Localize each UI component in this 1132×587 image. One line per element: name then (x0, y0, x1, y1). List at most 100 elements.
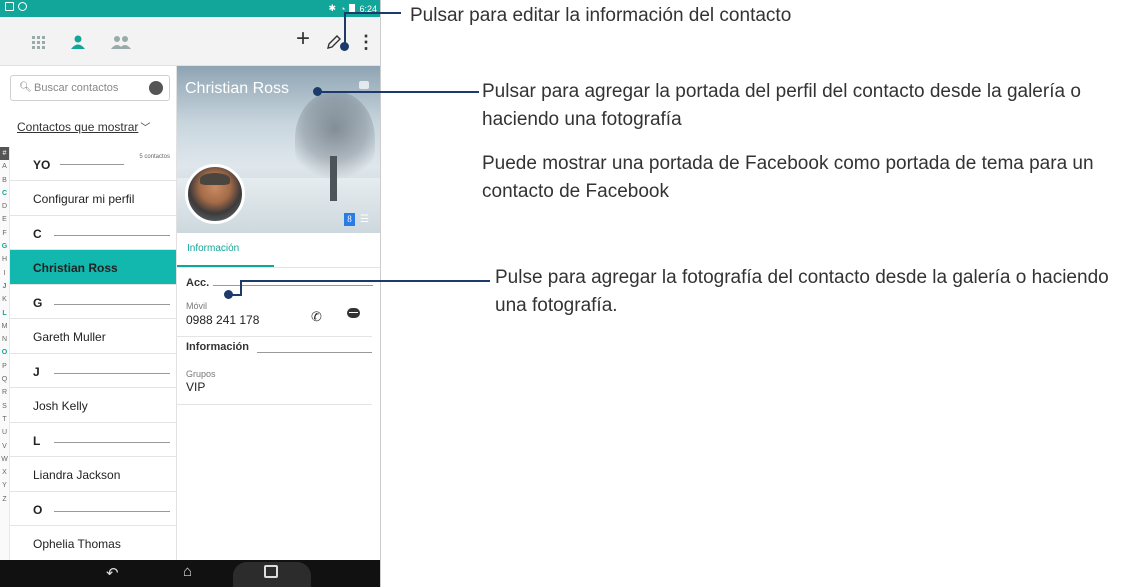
alphabet-letter[interactable]: V (0, 440, 9, 453)
alphabet-letter[interactable]: L (0, 307, 9, 320)
alphabet-letter[interactable]: I (0, 267, 9, 280)
tablet-screen: ✱ ◔ 6:24 + ⋮ 🔍︎ Buscar contactos Contact… (0, 0, 381, 587)
phone-label: Móvil (186, 301, 208, 311)
header-rule (54, 373, 170, 374)
alphabet-letter[interactable]: T (0, 413, 9, 426)
person-tab-icon[interactable] (67, 31, 89, 53)
edit-callout-line (344, 12, 346, 46)
edit-callout-line (344, 12, 401, 14)
camera-icon[interactable] (359, 81, 369, 89)
search-input[interactable]: 🔍︎ Buscar contactos (10, 75, 170, 101)
contact-list-item[interactable]: Josh Kelly (10, 388, 176, 423)
list-header-me: YO 5 contactos (10, 147, 176, 181)
contact-list-item[interactable]: Liandra Jackson (10, 457, 176, 492)
contact-name: Christian Ross (185, 80, 290, 97)
list-header-label: J (33, 365, 40, 379)
alphabet-letter[interactable]: P (0, 360, 9, 373)
alphabet-letter[interactable]: H (0, 253, 9, 266)
section-account-header: Acc. (186, 277, 210, 289)
filter-label: Contactos que mostrar (17, 120, 139, 134)
header-rule (54, 235, 170, 236)
voice-search-icon[interactable] (149, 81, 163, 95)
photo-callout-dot (224, 290, 233, 299)
call-icon[interactable]: ✆ (311, 309, 322, 325)
alphabet-letter[interactable]: G (0, 240, 9, 253)
alphabet-letter[interactable]: E (0, 213, 9, 226)
header-rule (54, 304, 170, 305)
avatar-hat (200, 173, 230, 185)
list-header: J (10, 354, 176, 388)
search-placeholder: Buscar contactos (34, 82, 119, 94)
home-icon[interactable]: ⌂ (183, 563, 192, 580)
bluetooth-icon: ✱ (328, 3, 337, 13)
callout-photo: Pulse para agregar la fotografía del con… (495, 267, 1109, 316)
alphabet-letter[interactable]: J (0, 280, 9, 293)
alphabet-letter[interactable]: K (0, 293, 9, 306)
alphabet-letter[interactable]: B (0, 174, 9, 187)
alphabet-letter[interactable]: N (0, 333, 9, 346)
message-icon[interactable] (347, 308, 360, 318)
navigation-bar: ↶ ⌂ (0, 560, 380, 587)
contact-name-label: Josh Kelly (33, 399, 88, 413)
divider (177, 404, 372, 405)
contacts-filter-dropdown[interactable]: Contactos que mostrar ﹀ (17, 119, 150, 134)
contact-avatar[interactable] (185, 164, 245, 224)
contact-list-item[interactable]: Gareth Muller (10, 319, 176, 354)
cover-callout-dot (313, 87, 322, 96)
recent-apps-icon[interactable] (264, 565, 278, 578)
list-header-label: L (33, 434, 41, 448)
section-rule (257, 352, 372, 353)
phone-number[interactable]: 0988 241 178 (186, 313, 259, 327)
contact-name-label: Liandra Jackson (33, 468, 121, 482)
add-contact-icon[interactable]: + (292, 25, 314, 52)
apps-grid-icon[interactable] (27, 31, 49, 53)
alphabet-letter[interactable]: Y (0, 479, 9, 492)
alphabet-letter[interactable]: X (0, 466, 9, 479)
gallery-notification-icon (5, 2, 14, 11)
contact-list-item[interactable]: Christian Ross (10, 250, 176, 285)
alphabet-letter[interactable]: F (0, 227, 9, 240)
list-header: L (10, 423, 176, 457)
groups-tab-icon[interactable] (110, 31, 132, 53)
contact-list-item[interactable]: Ophelia Thomas (10, 526, 176, 561)
alphabet-letter[interactable]: O (0, 346, 9, 359)
status-bar: ✱ ◔ 6:24 (0, 0, 380, 17)
list-header-label: C (33, 227, 42, 241)
alphabet-letter[interactable]: U (0, 426, 9, 439)
list-item-label: Configurar mi perfil (33, 192, 135, 206)
alphabet-index[interactable]: # A B C D E F G H I J K L M N O P Q R S T U V W X Y Z (0, 147, 10, 560)
alphabet-letter[interactable]: Q (0, 373, 9, 386)
alphabet-letter[interactable]: R (0, 386, 9, 399)
list-header-label: YO (33, 158, 51, 172)
search-icon: 🔍︎ (19, 82, 32, 93)
list-header: G (10, 285, 176, 319)
section-info-header: Información (186, 341, 249, 353)
alphabet-letter[interactable]: M (0, 320, 9, 333)
list-header: C (10, 216, 176, 250)
alphabet-letter[interactable]: A (0, 160, 9, 173)
alphabet-letter[interactable]: S (0, 400, 9, 413)
cover-tree-trunk (330, 156, 337, 201)
section-rule (213, 285, 373, 286)
contact-list: YO 5 contactos Configurar mi perfil C Chr… (10, 147, 176, 561)
tab-information[interactable]: Información (187, 243, 239, 254)
alphabet-letter[interactable]: D (0, 200, 9, 213)
edit-callout-dot (340, 42, 349, 51)
alphabet-letter[interactable]: # (0, 147, 9, 161)
contact-count: 5 contactos (139, 154, 170, 160)
cover-callout-line (317, 91, 479, 93)
groups-value: VIP (186, 380, 206, 394)
alphabet-letter[interactable]: C (0, 187, 9, 200)
configure-profile-item[interactable]: Configurar mi perfil (10, 181, 176, 216)
alphabet-letter[interactable]: Z (0, 493, 9, 506)
contact-name-label: Gareth Muller (33, 330, 106, 344)
divider (177, 336, 372, 337)
photo-callout-line (240, 280, 490, 282)
back-icon[interactable]: ↶ (106, 564, 119, 582)
toolbar: + ⋮ (0, 17, 380, 66)
list-header: O (10, 492, 176, 526)
more-options-icon[interactable]: ⋮ (355, 31, 377, 53)
alphabet-letter[interactable]: W (0, 453, 9, 466)
app-notification-icon (18, 2, 27, 11)
tab-divider (177, 267, 380, 268)
